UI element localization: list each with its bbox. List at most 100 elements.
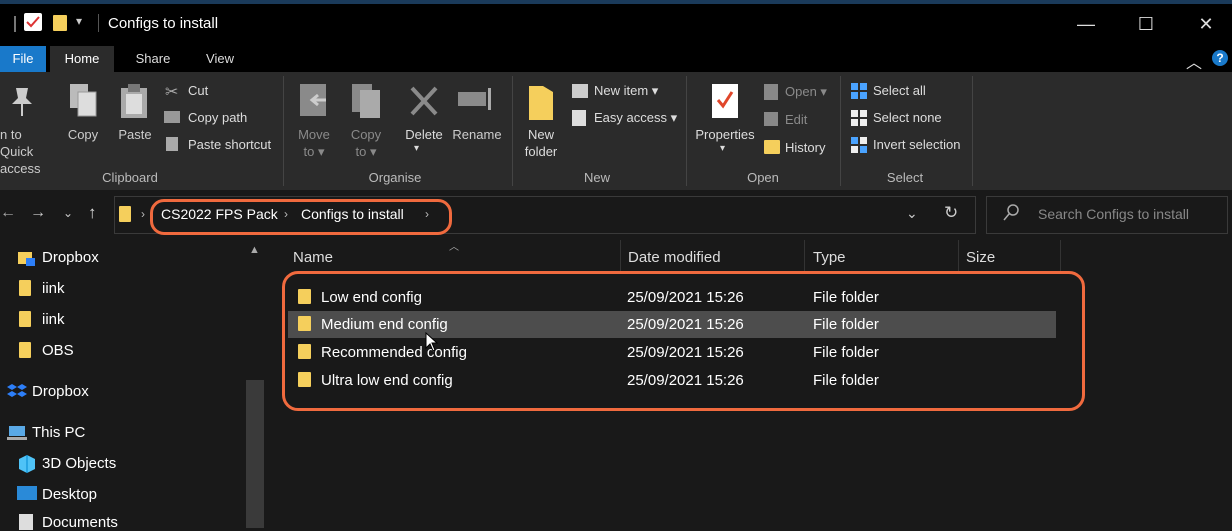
nav-item-documents[interactable]: Documents bbox=[42, 514, 118, 531]
tab-file[interactable]: File bbox=[0, 46, 46, 72]
title-divider bbox=[14, 16, 16, 32]
breadcrumb-chevron-icon[interactable]: › bbox=[141, 207, 145, 221]
paste-icon bbox=[118, 82, 152, 125]
address-folder-icon bbox=[119, 206, 131, 222]
nav-item-dropbox-root[interactable]: Dropbox bbox=[32, 383, 89, 400]
paste-shortcut-button[interactable]: Paste shortcut bbox=[188, 137, 271, 152]
open-label: Open bbox=[785, 84, 817, 99]
delete-button[interactable]: Delete bbox=[400, 126, 448, 143]
new-folder-line2: folder bbox=[524, 144, 558, 159]
invert-selection-icon bbox=[851, 137, 867, 158]
group-label-new: New bbox=[583, 170, 610, 185]
group-separator bbox=[283, 76, 284, 186]
folder-icon bbox=[19, 280, 31, 296]
back-icon[interactable]: ← bbox=[0, 204, 16, 222]
column-header-type[interactable]: Type bbox=[813, 249, 846, 266]
easy-access-icon bbox=[572, 110, 586, 126]
folder-icon bbox=[19, 342, 31, 358]
nav-item-iink[interactable]: iink bbox=[42, 280, 65, 297]
copy-to-icon bbox=[350, 82, 382, 125]
move-to-button[interactable]: Move to ▾ bbox=[290, 126, 338, 160]
column-header-name[interactable]: Name bbox=[293, 249, 333, 266]
pin-icon bbox=[6, 84, 36, 123]
rename-icon bbox=[456, 84, 496, 119]
maximize-button[interactable]: ☐ bbox=[1126, 10, 1166, 38]
properties-button[interactable]: Properties bbox=[692, 126, 758, 143]
edit-button[interactable]: Edit bbox=[785, 112, 807, 127]
breadcrumb-configs[interactable]: Configs to install bbox=[301, 206, 404, 222]
move-label-to: to bbox=[303, 144, 315, 159]
column-separator[interactable] bbox=[1060, 240, 1061, 272]
select-none-button[interactable]: Select none bbox=[873, 110, 942, 125]
history-button[interactable]: History bbox=[785, 140, 825, 155]
paste-shortcut-icon bbox=[166, 137, 178, 151]
recent-locations-icon[interactable]: ⌄ bbox=[63, 206, 73, 220]
forward-icon[interactable]: → bbox=[30, 204, 46, 222]
nav-item-dropbox[interactable]: Dropbox bbox=[42, 249, 99, 266]
pin-label-line1: n to Quick bbox=[0, 127, 34, 159]
minimize-button[interactable]: — bbox=[1066, 10, 1106, 38]
open-button[interactable]: Open ▾ bbox=[785, 84, 827, 100]
history-icon bbox=[764, 140, 780, 154]
select-all-button[interactable]: Select all bbox=[873, 83, 926, 98]
tab-view[interactable]: View bbox=[190, 46, 250, 72]
paste-button[interactable]: Paste bbox=[112, 126, 158, 143]
properties-quick-icon[interactable] bbox=[24, 13, 42, 31]
new-folder-line1: New bbox=[527, 127, 554, 142]
collapse-ribbon-icon[interactable]: ︿ bbox=[1186, 49, 1202, 73]
invert-selection-button[interactable]: Invert selection bbox=[873, 137, 960, 152]
new-folder-button[interactable]: New folder bbox=[518, 126, 564, 160]
help-icon[interactable]: ? bbox=[1212, 50, 1228, 66]
group-separator bbox=[686, 76, 687, 186]
breadcrumb-chevron-icon[interactable]: › bbox=[284, 207, 288, 221]
customize-quick-access-icon[interactable]: ▾ bbox=[76, 14, 82, 28]
copy-to-button[interactable]: Copy to ▾ bbox=[342, 126, 390, 160]
easy-access-label: Easy access bbox=[594, 110, 667, 125]
nav-item-desktop[interactable]: Desktop bbox=[42, 486, 97, 503]
nav-item-obs[interactable]: OBS bbox=[42, 342, 74, 359]
window-title: Configs to install bbox=[108, 15, 219, 32]
group-label-clipboard: Clipboard bbox=[102, 170, 158, 185]
rename-button[interactable]: Rename bbox=[450, 126, 504, 143]
column-header-date[interactable]: Date modified bbox=[628, 249, 721, 266]
nav-item-this-pc[interactable]: This PC bbox=[32, 424, 85, 441]
new-item-button[interactable]: New item ▾ bbox=[594, 83, 658, 99]
copyto-label-to: to bbox=[355, 144, 367, 159]
group-label-open: Open bbox=[747, 170, 779, 185]
folder-quick-icon[interactable] bbox=[53, 15, 67, 31]
new-folder-icon bbox=[527, 82, 555, 129]
column-separator[interactable] bbox=[804, 240, 805, 272]
delete-dropdown-icon[interactable]: ▾ bbox=[414, 143, 419, 154]
nav-scrollbar[interactable] bbox=[246, 380, 264, 528]
breadcrumb-chevron-icon[interactable]: › bbox=[425, 207, 429, 221]
pc-icon bbox=[6, 424, 28, 447]
up-icon[interactable]: ↑ bbox=[88, 203, 97, 223]
cut-button[interactable]: Cut bbox=[188, 83, 208, 98]
column-separator[interactable] bbox=[620, 240, 621, 272]
mouse-cursor-icon bbox=[425, 331, 439, 357]
files-highlight bbox=[282, 271, 1085, 411]
column-header-size[interactable]: Size bbox=[966, 249, 995, 266]
copy-button[interactable]: Copy bbox=[62, 126, 104, 143]
column-separator[interactable] bbox=[958, 240, 959, 272]
search-placeholder: Search Configs to install bbox=[1038, 206, 1189, 222]
nav-item-3d-objects[interactable]: 3D Objects bbox=[42, 455, 116, 472]
address-dropdown-icon[interactable]: ⌄ bbox=[906, 205, 918, 222]
tab-home[interactable]: Home bbox=[50, 46, 114, 72]
select-none-icon bbox=[851, 110, 867, 131]
move-label-line1: Move bbox=[298, 127, 330, 142]
top-strip bbox=[0, 0, 1232, 4]
breadcrumb-cs2022[interactable]: CS2022 FPS Pack bbox=[161, 206, 278, 222]
pin-to-quick-access-button[interactable]: n to Quick access bbox=[0, 126, 44, 177]
refresh-icon[interactable]: ↻ bbox=[944, 203, 958, 223]
nav-scroll-up-icon[interactable]: ▲ bbox=[249, 244, 260, 256]
folder-icon bbox=[19, 311, 31, 327]
copy-path-button[interactable]: Copy path bbox=[188, 110, 247, 125]
ribbon-tabs bbox=[0, 46, 1232, 72]
easy-access-button[interactable]: Easy access ▾ bbox=[594, 110, 677, 126]
close-button[interactable]: ✕ bbox=[1186, 10, 1226, 38]
pin-label-line2: access bbox=[0, 161, 41, 176]
properties-dropdown-icon[interactable]: ▾ bbox=[720, 143, 725, 154]
tab-share[interactable]: Share bbox=[122, 46, 184, 72]
nav-item-iink-2[interactable]: iink bbox=[42, 311, 65, 328]
